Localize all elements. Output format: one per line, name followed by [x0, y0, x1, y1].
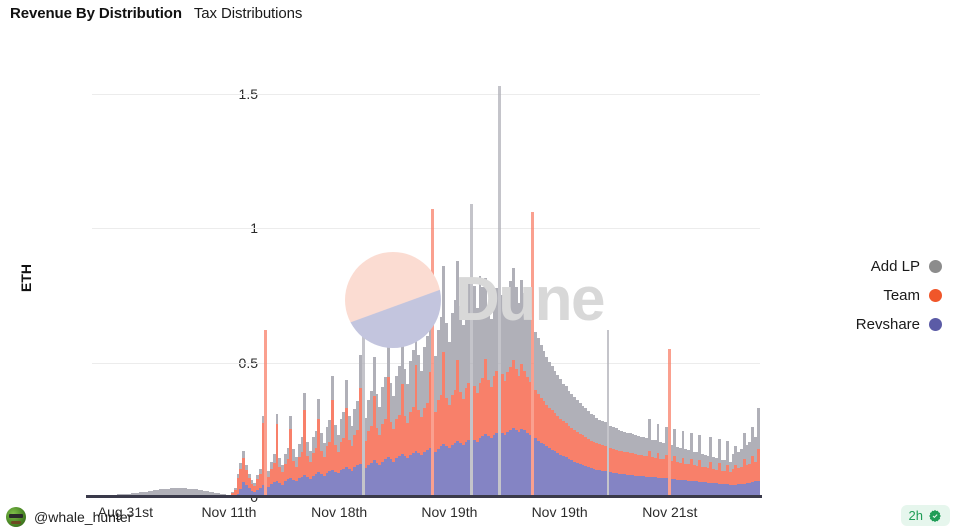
legend-color-swatch [929, 318, 942, 331]
legend-item-label: Team [883, 287, 920, 304]
chart-page: Revenue By Distribution Tax Distribution… [0, 0, 960, 532]
bar-column[interactable] [756, 67, 760, 497]
legend-item-team[interactable]: Team [883, 287, 942, 304]
chart-container: ETH 00.511.5 Aug 31stNov 11thNov 18thNov… [0, 34, 960, 532]
bar-series[interactable] [92, 67, 760, 497]
bar-spike [431, 209, 435, 497]
y-axis-label: ETH [18, 264, 34, 292]
author-handle[interactable]: @whale_hunter [34, 509, 132, 525]
bar-spike [667, 349, 671, 497]
legend-item-revshare[interactable]: Revshare [856, 316, 942, 333]
bar-spike [264, 330, 268, 497]
bar-segment-team [756, 448, 760, 481]
legend-item-label: Add LP [870, 258, 920, 275]
axis-baseline [86, 495, 762, 498]
legend-item-add-lp[interactable]: Add LP [871, 258, 942, 275]
chart-legend[interactable]: Add LP Team Revshare [856, 258, 942, 333]
x-axis-tick-label: Nov 11th [201, 504, 257, 520]
bar-spike [531, 212, 535, 497]
legend-color-swatch [929, 289, 942, 302]
bar-column[interactable] [498, 67, 501, 497]
bar-segment-add-lp [756, 408, 760, 449]
page-subtitle: Tax Distributions [193, 5, 303, 22]
x-axis-tick-label: Nov 21st [642, 504, 698, 520]
bar-spike [361, 265, 365, 497]
x-axis-tick-label: Nov 19th [421, 504, 478, 520]
freshness-badge: 2h [900, 505, 950, 526]
bar-spike [606, 330, 610, 497]
legend-color-swatch [929, 260, 942, 273]
author-credit[interactable]: @whale_hunter [6, 507, 132, 527]
legend-item-label: Revshare [855, 316, 920, 333]
x-axis-tick-label: Nov 18th [311, 504, 368, 520]
avatar [6, 507, 26, 527]
last-updated-text: 2h [908, 508, 923, 523]
page-title: Revenue By Distribution [10, 5, 182, 22]
bar-spike [498, 85, 501, 497]
x-axis-tick-label: Nov 19th [531, 504, 588, 520]
verified-badge-icon [928, 509, 942, 523]
bar-spike [470, 204, 474, 497]
chart-header: Revenue By Distribution Tax Distribution… [10, 5, 302, 22]
plot-area [86, 67, 762, 498]
